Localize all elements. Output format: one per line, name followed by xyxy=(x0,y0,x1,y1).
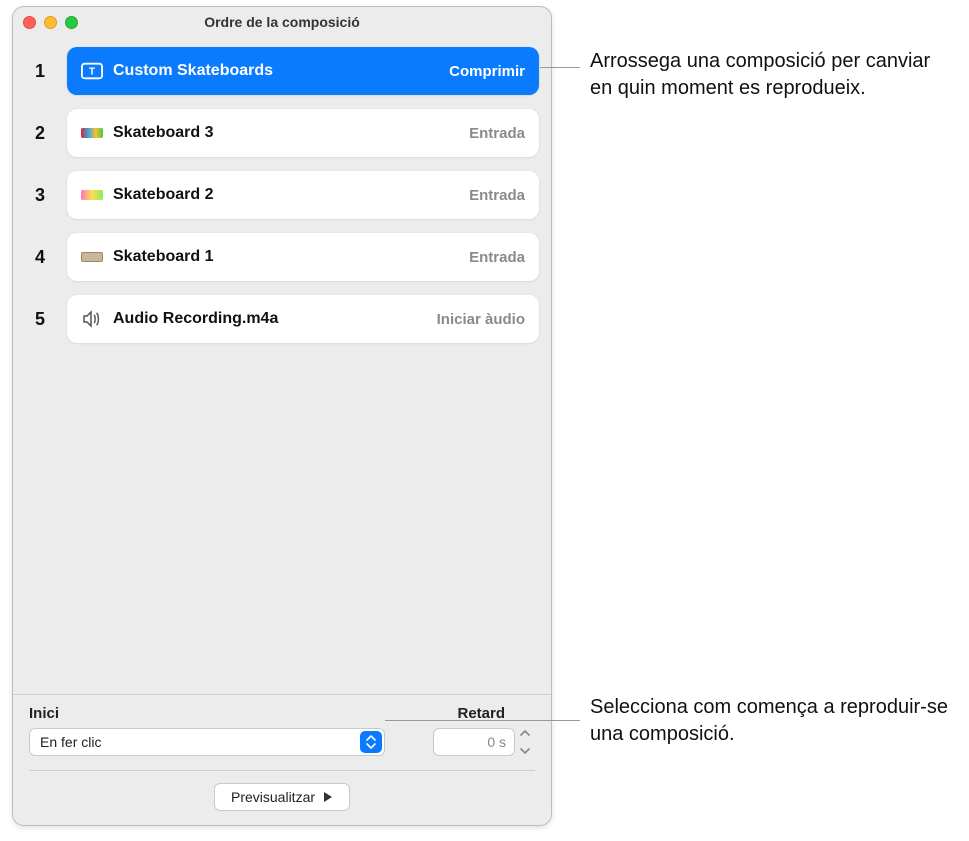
callout-line xyxy=(540,67,580,68)
window-controls xyxy=(23,16,78,29)
delay-stepper[interactable] xyxy=(519,728,535,756)
chevron-up-icon xyxy=(519,728,531,738)
build-row: 2 Skateboard 3 Entrada xyxy=(25,109,539,157)
build-item-title: Skateboard 1 xyxy=(113,248,459,266)
preview-button[interactable]: Previsualitzar xyxy=(214,783,350,811)
build-index: 4 xyxy=(25,247,55,268)
build-item-title: Skateboard 3 xyxy=(113,124,459,142)
minimize-window-button[interactable] xyxy=(44,16,57,29)
speaker-icon xyxy=(81,311,103,327)
build-index: 5 xyxy=(25,309,55,330)
svg-text:T: T xyxy=(89,67,96,78)
skateboard-thumb-icon xyxy=(81,125,103,141)
build-list: 1 T Custom Skateboards Comprimir 2 Skate… xyxy=(13,37,551,694)
build-index: 1 xyxy=(25,61,55,82)
build-item[interactable]: Skateboard 3 Entrada xyxy=(67,109,539,157)
build-item[interactable]: Audio Recording.m4a Iniciar àudio xyxy=(67,295,539,343)
skateboard-thumb-icon xyxy=(81,187,103,203)
delay-field[interactable]: 0 s xyxy=(433,728,515,756)
build-item-action: Iniciar àudio xyxy=(437,311,525,328)
build-index: 2 xyxy=(25,123,55,144)
callout-drag: Arrossega una composició per canviar en … xyxy=(590,48,950,102)
build-row: 3 Skateboard 2 Entrada xyxy=(25,171,539,219)
close-window-button[interactable] xyxy=(23,16,36,29)
play-icon xyxy=(323,791,333,803)
bottom-controls: Inici En fer clic Retard 0 s xyxy=(13,694,551,825)
build-item-title: Custom Skateboards xyxy=(113,62,439,80)
preview-button-label: Previsualitzar xyxy=(231,789,315,805)
zoom-window-button[interactable] xyxy=(65,16,78,29)
build-item-title: Skateboard 2 xyxy=(113,186,459,204)
build-order-window: Ordre de la composició 1 T Custom Skateb… xyxy=(12,6,552,826)
build-item[interactable]: T Custom Skateboards Comprimir xyxy=(67,47,539,95)
callout-line xyxy=(385,720,580,721)
callout-start: Selecciona com comença a reproduir-se un… xyxy=(590,694,960,748)
chevron-down-icon xyxy=(519,746,531,756)
delay-value: 0 s xyxy=(487,734,506,750)
build-item-action: Entrada xyxy=(469,249,525,266)
divider xyxy=(29,770,535,771)
start-select[interactable]: En fer clic xyxy=(29,728,385,756)
build-row: 4 Skateboard 1 Entrada xyxy=(25,233,539,281)
build-row: 5 Audio Recording.m4a Iniciar àudio xyxy=(25,295,539,343)
skateboard-thumb-icon xyxy=(81,249,103,265)
start-label: Inici xyxy=(29,705,385,722)
window-title: Ordre de la composició xyxy=(13,14,551,30)
build-item-title: Audio Recording.m4a xyxy=(113,310,427,328)
build-item-action: Comprimir xyxy=(449,63,525,80)
build-item-action: Entrada xyxy=(469,125,525,142)
chevron-up-down-icon xyxy=(360,731,382,753)
textbox-icon: T xyxy=(81,63,103,79)
build-row: 1 T Custom Skateboards Comprimir xyxy=(25,47,539,95)
build-index: 3 xyxy=(25,185,55,206)
build-item[interactable]: Skateboard 1 Entrada xyxy=(67,233,539,281)
titlebar: Ordre de la composició xyxy=(13,7,551,37)
start-select-value: En fer clic xyxy=(40,734,101,750)
build-item[interactable]: Skateboard 2 Entrada xyxy=(67,171,539,219)
build-item-action: Entrada xyxy=(469,187,525,204)
